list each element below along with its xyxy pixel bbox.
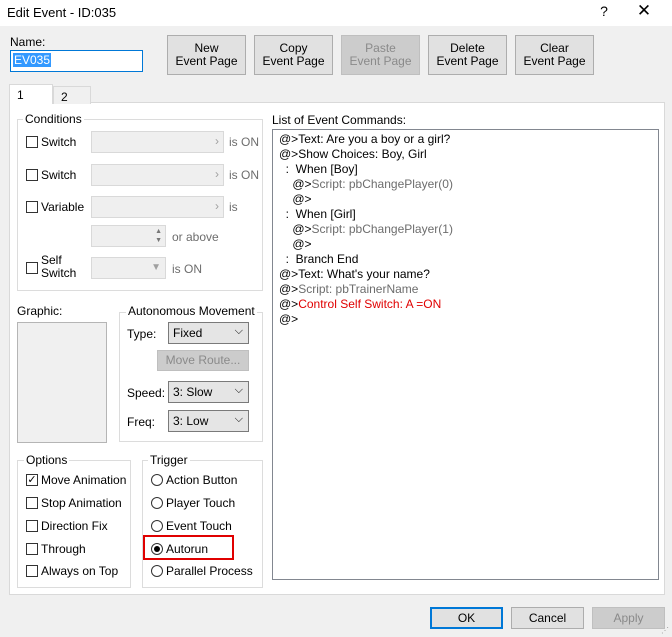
speed-select[interactable]: 3: Slow ⌵ bbox=[168, 381, 249, 403]
commands-label: List of Event Commands: bbox=[272, 113, 407, 127]
conditions-title: Conditions bbox=[23, 112, 84, 126]
always-on-top-label: Always on Top bbox=[41, 564, 119, 578]
self-switch-checkbox[interactable] bbox=[26, 262, 38, 274]
clear-event-page-button[interactable]: Clear Event Page bbox=[515, 35, 594, 75]
variable-combo[interactable]: › bbox=[91, 196, 224, 218]
movement-title: Autonomous Movement bbox=[126, 304, 257, 318]
chevron-down-icon: ▼ bbox=[151, 262, 161, 273]
switch2-label: Switch bbox=[41, 168, 77, 182]
autorun-highlight-box bbox=[143, 535, 234, 560]
copy-event-page-button[interactable]: Copy Event Page bbox=[254, 35, 333, 75]
list-item[interactable]: : Branch End bbox=[279, 252, 359, 267]
switch2-suffix: is ON bbox=[229, 168, 259, 182]
list-item[interactable]: @> bbox=[279, 192, 311, 207]
move-animation-label: Move Animation bbox=[41, 473, 127, 487]
chevron-down-icon: ⌵ bbox=[234, 325, 243, 337]
move-route-button[interactable]: Move Route... bbox=[157, 350, 249, 371]
combo-arrow-icon: › bbox=[215, 134, 219, 148]
self-switch-label: Self Switch bbox=[41, 253, 77, 280]
list-item[interactable]: @>Show Choices: Boy, Girl bbox=[279, 147, 427, 162]
switch2-combo[interactable]: › bbox=[91, 164, 224, 186]
self-switch-combo[interactable]: ▼ bbox=[91, 257, 166, 279]
name-value: EV035 bbox=[13, 53, 52, 67]
parallel-process-label: Parallel Process bbox=[166, 564, 253, 578]
combo-arrow-icon: › bbox=[215, 167, 219, 181]
stop-animation-label: Stop Animation bbox=[41, 496, 122, 510]
action-button-label: Action Button bbox=[166, 473, 238, 487]
combo-arrow-icon: › bbox=[215, 199, 219, 213]
player-touch-radio[interactable] bbox=[151, 497, 163, 509]
list-item[interactable]: : When [Girl] bbox=[279, 207, 356, 222]
variable-suffix: is bbox=[229, 200, 238, 214]
trigger-title: Trigger bbox=[148, 453, 190, 467]
new-event-page-button[interactable]: New Event Page bbox=[167, 35, 246, 75]
speed-value: 3: Slow bbox=[173, 385, 213, 399]
tab-page-1[interactable]: 1 bbox=[9, 84, 53, 104]
action-button-radio[interactable] bbox=[151, 474, 163, 486]
switch1-label: Switch bbox=[41, 135, 77, 149]
delete-event-page-button[interactable]: Delete Event Page bbox=[428, 35, 507, 75]
options-title: Options bbox=[24, 453, 70, 467]
freq-label: Freq: bbox=[127, 415, 156, 429]
event-touch-radio[interactable] bbox=[151, 520, 163, 532]
variable-value-stepper[interactable]: ▲ ▼ bbox=[91, 225, 166, 247]
direction-fix-label: Direction Fix bbox=[41, 519, 108, 533]
apply-button[interactable]: Apply bbox=[592, 607, 665, 629]
list-item[interactable]: @>Script: pbChangePlayer(1) bbox=[279, 222, 453, 237]
close-icon[interactable]: ✕ bbox=[634, 1, 654, 21]
name-label: Name: bbox=[10, 35, 46, 49]
list-item[interactable]: @>Script: pbTrainerName bbox=[279, 282, 418, 297]
list-item[interactable]: @>Control Self Switch: A =ON bbox=[279, 297, 441, 312]
list-item[interactable]: @> bbox=[279, 312, 298, 327]
paste-event-page-button[interactable]: Paste Event Page bbox=[341, 35, 420, 75]
freq-value: 3: Low bbox=[173, 414, 209, 428]
list-item[interactable]: @>Script: pbChangePlayer(0) bbox=[279, 177, 453, 192]
freq-select[interactable]: 3: Low ⌵ bbox=[168, 410, 249, 432]
graphic-preview[interactable] bbox=[17, 322, 107, 443]
tab-page-2[interactable]: 2 bbox=[53, 86, 91, 104]
stepper-arrows-icon[interactable]: ▲ ▼ bbox=[155, 227, 162, 245]
list-item[interactable]: @>Text: Are you a boy or a girl? bbox=[279, 132, 450, 147]
switch2-checkbox[interactable] bbox=[26, 169, 38, 181]
player-touch-label: Player Touch bbox=[166, 496, 236, 510]
speed-label: Speed: bbox=[127, 386, 166, 400]
list-item[interactable]: : When [Boy] bbox=[279, 162, 358, 177]
always-on-top-checkbox[interactable] bbox=[26, 565, 38, 577]
type-label: Type: bbox=[127, 327, 157, 341]
ok-button[interactable]: OK bbox=[430, 607, 503, 629]
through-checkbox[interactable] bbox=[26, 543, 38, 555]
self-switch-suffix: is ON bbox=[172, 262, 202, 276]
variable-checkbox[interactable] bbox=[26, 201, 38, 213]
move-animation-checkbox[interactable]: ✓ bbox=[26, 474, 38, 486]
switch1-checkbox[interactable] bbox=[26, 136, 38, 148]
event-touch-label: Event Touch bbox=[166, 519, 232, 533]
variable-label: Variable bbox=[41, 200, 85, 214]
parallel-process-radio[interactable] bbox=[151, 565, 163, 577]
or-above-label: or above bbox=[172, 230, 219, 244]
switch1-combo[interactable]: › bbox=[91, 131, 224, 153]
switch1-suffix: is ON bbox=[229, 135, 259, 149]
stop-animation-checkbox[interactable] bbox=[26, 497, 38, 509]
list-item[interactable]: @> bbox=[279, 237, 311, 252]
cancel-button[interactable]: Cancel bbox=[511, 607, 584, 629]
type-select[interactable]: Fixed ⌵ bbox=[168, 322, 249, 344]
direction-fix-checkbox[interactable] bbox=[26, 520, 38, 532]
chevron-down-icon: ⌵ bbox=[234, 413, 243, 425]
type-value: Fixed bbox=[173, 326, 203, 340]
resize-grip-icon[interactable]: ⋰ bbox=[661, 627, 670, 636]
event-commands-list[interactable]: @>Text: Are you a boy or a girl? @>Show … bbox=[272, 129, 659, 580]
help-icon[interactable]: ? bbox=[596, 3, 612, 19]
window-title: Edit Event - ID:035 bbox=[7, 5, 117, 20]
list-item[interactable]: @>Text: What's your name? bbox=[279, 267, 430, 282]
through-label: Through bbox=[41, 542, 86, 556]
graphic-label: Graphic: bbox=[17, 304, 63, 318]
chevron-down-icon: ⌵ bbox=[234, 384, 243, 396]
